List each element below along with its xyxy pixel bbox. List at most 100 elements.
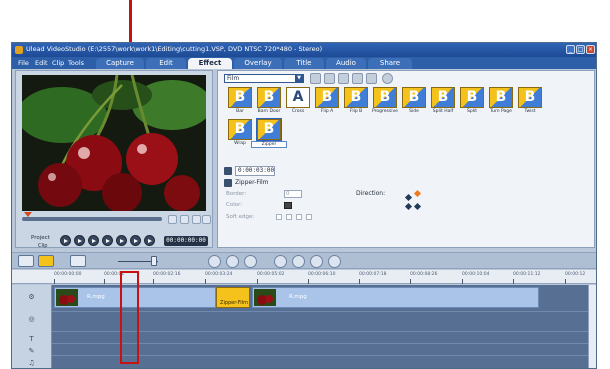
effect-glyph: B bbox=[263, 89, 275, 105]
timeline-ruler[interactable]: 00:00:00:00 00:00:01 00:00:02:16 00:00:0… bbox=[12, 270, 596, 284]
tab-audio[interactable]: Audio bbox=[326, 58, 366, 69]
tab-title[interactable]: Title bbox=[284, 58, 324, 69]
ruler-tick bbox=[565, 279, 566, 284]
duration-icon bbox=[224, 167, 232, 175]
ruler-tick bbox=[257, 279, 258, 284]
tab-capture[interactable]: Capture bbox=[96, 58, 144, 69]
direction-label: Direction: bbox=[356, 190, 386, 197]
library-dropdown[interactable]: Film ▼ bbox=[224, 74, 304, 83]
video-track-icon[interactable]: ⚙ bbox=[27, 293, 36, 302]
sort-icon[interactable] bbox=[352, 73, 363, 84]
trim-bar[interactable] bbox=[22, 217, 162, 221]
soft-edge-option[interactable] bbox=[306, 214, 312, 220]
duration-field[interactable]: 0:00:03:00 bbox=[235, 166, 275, 176]
tab-effect[interactable]: Effect bbox=[188, 58, 232, 69]
effect-glyph: A bbox=[292, 89, 304, 105]
soft-edge-option[interactable] bbox=[276, 214, 282, 220]
ruler-label: 00:00:03:24 bbox=[205, 272, 233, 277]
menu-tools[interactable]: Tools bbox=[68, 59, 84, 67]
transition-label: Zipper-Film bbox=[220, 300, 248, 306]
direction-right-icon[interactable] bbox=[413, 202, 422, 211]
color-swatch[interactable] bbox=[284, 202, 292, 209]
timeline-scrollbar[interactable] bbox=[588, 285, 596, 368]
effect-name: Zipper-Film bbox=[235, 179, 269, 186]
music-track-icon[interactable]: ♫ bbox=[27, 359, 36, 368]
mixer-icon[interactable] bbox=[328, 255, 341, 268]
delete-icon[interactable] bbox=[324, 73, 335, 84]
tab-overlay[interactable]: Overlay bbox=[234, 58, 282, 69]
music-icon[interactable] bbox=[310, 255, 323, 268]
volume-icon[interactable] bbox=[144, 235, 155, 246]
project-label[interactable]: Project bbox=[31, 235, 50, 241]
audio-view-icon[interactable] bbox=[70, 255, 86, 267]
effect-thumbnail[interactable]: B Turn Page bbox=[489, 87, 513, 116]
smart-proxy-icon[interactable] bbox=[274, 255, 287, 268]
video-clip[interactable]: R.mpg bbox=[252, 287, 539, 308]
ruler-label: 00:00:08:26 bbox=[410, 272, 438, 277]
soft-edge-option[interactable] bbox=[286, 214, 292, 220]
clip-name: R.mpg bbox=[289, 294, 307, 300]
favorite-icon[interactable] bbox=[366, 73, 377, 84]
tab-share[interactable]: Share bbox=[368, 58, 412, 69]
effect-thumbnail[interactable]: B Twist bbox=[518, 87, 542, 116]
play-icon[interactable] bbox=[60, 235, 71, 246]
effect-thumbnail[interactable]: B Split bbox=[460, 87, 484, 116]
repeat-icon[interactable] bbox=[130, 235, 141, 246]
options-panel: Film ▼ B Bar B Barn Door A Cross B Flip … bbox=[217, 70, 595, 248]
ruler-label: 00:00:00:00 bbox=[54, 272, 82, 277]
close-icon[interactable]: × bbox=[586, 45, 595, 54]
timecode-display[interactable]: 00:00:00:00 bbox=[164, 236, 208, 246]
storyboard-view-icon[interactable] bbox=[18, 255, 34, 267]
overlay-track-icon[interactable]: ◎ bbox=[27, 315, 36, 324]
menu-file[interactable]: File bbox=[18, 59, 29, 67]
border-input[interactable]: 0 bbox=[284, 190, 302, 198]
effect-thumbnail[interactable]: B Barn Door bbox=[257, 87, 281, 116]
effect-thumbnail[interactable]: B Flip A bbox=[315, 87, 339, 116]
effect-thumbnail[interactable]: B Progressive bbox=[372, 87, 398, 116]
soft-edge-option[interactable] bbox=[296, 214, 302, 220]
menu-edit[interactable]: Edit bbox=[35, 59, 48, 67]
minimize-icon[interactable]: _ bbox=[566, 45, 575, 54]
expand-icon[interactable] bbox=[382, 73, 393, 84]
scissors-icon[interactable] bbox=[192, 215, 201, 224]
zoom-handle[interactable] bbox=[151, 256, 157, 266]
effect-thumbnail[interactable]: B Wrap bbox=[228, 119, 252, 148]
timeline-view-icon[interactable] bbox=[38, 255, 54, 267]
menu-clip[interactable]: Clip bbox=[52, 59, 64, 67]
effect-glyph: B bbox=[524, 89, 536, 105]
trim-marker-icon[interactable] bbox=[24, 212, 32, 217]
effect-thumbnail[interactable]: B Side bbox=[402, 87, 426, 116]
home-icon[interactable] bbox=[74, 235, 85, 246]
effect-thumbnail[interactable]: B Bar bbox=[228, 87, 252, 116]
preview-video bbox=[22, 75, 206, 211]
title-track-icon[interactable]: T bbox=[27, 335, 36, 344]
maximize-icon[interactable]: □ bbox=[576, 45, 585, 54]
effect-thumbnail-selected[interactable]: B Zipper bbox=[251, 118, 287, 148]
redo-icon[interactable] bbox=[226, 255, 239, 268]
previous-frame-icon[interactable] bbox=[88, 235, 99, 246]
direction-left-icon[interactable] bbox=[404, 193, 413, 202]
effect-thumbnail[interactable]: B Split Half bbox=[431, 87, 455, 116]
mark-out-icon[interactable] bbox=[180, 215, 189, 224]
track-headers: ⚙ ◎ T ✎ ♫ bbox=[12, 285, 52, 368]
voice-track-icon[interactable]: ✎ bbox=[27, 347, 36, 356]
import-icon[interactable] bbox=[310, 73, 321, 84]
timeline-toolbar bbox=[12, 252, 596, 269]
direction-down-icon[interactable] bbox=[404, 202, 413, 211]
mark-in-icon[interactable] bbox=[168, 215, 177, 224]
transition-clip[interactable]: Zipper-Film bbox=[216, 287, 250, 308]
end-icon[interactable] bbox=[116, 235, 127, 246]
next-frame-icon[interactable] bbox=[102, 235, 113, 246]
effect-thumbnail[interactable]: A Cross bbox=[286, 87, 310, 116]
batch-convert-icon[interactable] bbox=[292, 255, 305, 268]
library-view-icon[interactable] bbox=[338, 73, 349, 84]
direction-up-icon[interactable] bbox=[413, 189, 422, 198]
clip-label[interactable]: Clip bbox=[38, 243, 47, 249]
settings-icon[interactable] bbox=[244, 255, 257, 268]
undo-icon[interactable] bbox=[208, 255, 221, 268]
menu-bar: File Edit Clip Tools Capture Edit Effect… bbox=[12, 57, 596, 69]
enlarge-icon[interactable] bbox=[202, 215, 211, 224]
tab-edit[interactable]: Edit bbox=[146, 58, 186, 69]
effect-thumbnail[interactable]: B Flip B bbox=[344, 87, 368, 116]
application-window: Ulead VideoStudio (E:\2557\work\work1\Ed… bbox=[11, 42, 597, 369]
